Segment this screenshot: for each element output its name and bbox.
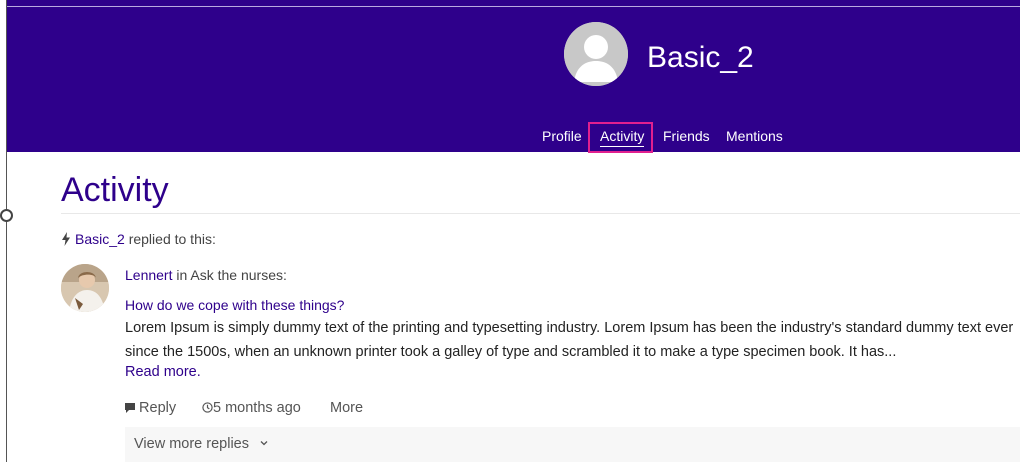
page-title: Activity	[61, 171, 169, 209]
view-more-replies-button[interactable]: View more replies	[134, 435, 269, 453]
post-body: Lorem Ipsum is simply dummy text of the …	[125, 320, 1014, 360]
actor-link[interactable]: Basic_2	[75, 231, 125, 247]
profile-avatar[interactable]	[564, 22, 628, 86]
title-divider	[61, 213, 1020, 214]
default-user-icon	[564, 22, 628, 86]
tab-friends[interactable]: Friends	[663, 126, 710, 146]
author-avatar[interactable]	[61, 264, 109, 312]
clock-icon	[202, 402, 213, 413]
tab-profile[interactable]: Profile	[542, 126, 582, 146]
activity-action-text: replied to this:	[124, 231, 216, 247]
timestamp-label: 5 months ago	[213, 400, 301, 416]
reply-label: Reply	[139, 400, 177, 416]
profile-header: Basic_2 Profile Activity Friends Mention…	[7, 0, 1020, 153]
author-photo	[61, 264, 109, 312]
tab-activity[interactable]: Activity	[600, 126, 645, 147]
comment-icon	[125, 403, 135, 413]
author-link[interactable]: Lennert	[125, 267, 172, 283]
drag-handle[interactable]	[0, 209, 13, 222]
post-title-link[interactable]: How do we cope with these things?	[125, 296, 344, 314]
reply-button[interactable]: Reply	[125, 399, 176, 417]
bolt-icon	[62, 232, 70, 246]
tab-mentions[interactable]: Mentions	[726, 126, 783, 146]
header-top-divider	[7, 6, 1020, 7]
post-author-line: Lennert in Ask the nurses:	[125, 266, 287, 284]
profile-username: Basic_2	[647, 41, 754, 74]
chevron-down-icon	[260, 441, 268, 446]
post-context-text: in Ask the nurses:	[172, 267, 287, 283]
profile-tabs: Profile Activity Friends Mentions	[7, 126, 1020, 147]
post-timestamp: 5 months ago	[202, 399, 301, 417]
read-more-link[interactable]: Read more.	[125, 363, 201, 381]
more-button[interactable]: More	[330, 399, 363, 417]
view-more-replies-bar[interactable]: View more replies	[125, 427, 1020, 462]
view-more-replies-label: View more replies	[134, 436, 249, 452]
activity-summary: Basic_2 replied to this:	[61, 230, 216, 248]
